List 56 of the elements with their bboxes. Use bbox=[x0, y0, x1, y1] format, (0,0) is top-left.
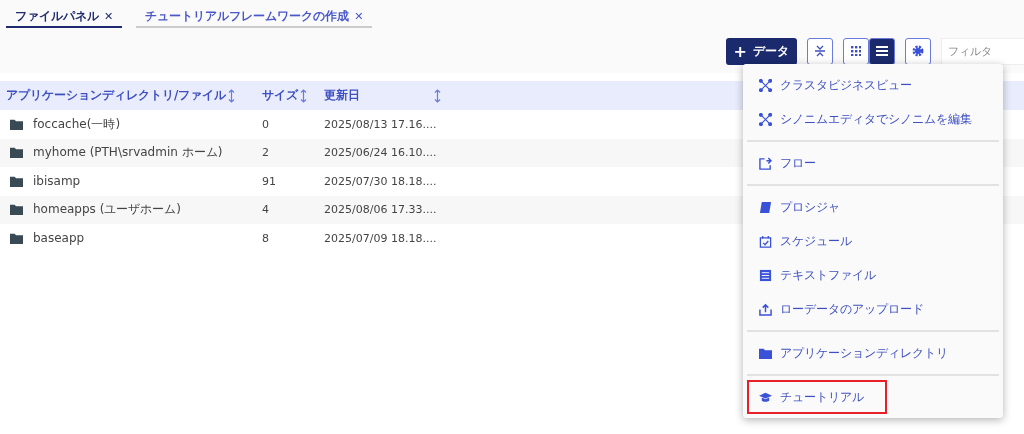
menu-item[interactable]: アプリケーションディレクトリ bbox=[747, 336, 1003, 370]
table-cell-text: 0 bbox=[262, 117, 270, 131]
settings-icon bbox=[912, 45, 924, 57]
folder-icon bbox=[10, 231, 23, 245]
menu-item[interactable]: テキストファイル bbox=[747, 258, 1003, 292]
grid-icon bbox=[851, 46, 861, 56]
table-cell-text: 91 bbox=[262, 174, 277, 188]
menu-item[interactable]: ローデータのアップロード bbox=[747, 292, 1003, 326]
upload-icon bbox=[759, 302, 772, 316]
column-header[interactable]: アプリケーションディレクトリ/ファイル bbox=[6, 87, 262, 104]
menu-item[interactable]: プロシジャ bbox=[747, 190, 1003, 224]
table-cell-text: 2025/08/13 17.16.... bbox=[324, 117, 438, 131]
share-icon bbox=[759, 156, 772, 170]
grid-view-button[interactable] bbox=[843, 37, 869, 65]
menu-item[interactable]: フロー bbox=[747, 146, 1003, 180]
list-view-button[interactable] bbox=[869, 37, 895, 65]
folder-icon bbox=[10, 203, 23, 217]
settings-button[interactable] bbox=[905, 37, 931, 65]
close-icon[interactable]: ✕ bbox=[104, 9, 114, 23]
scroll-icon bbox=[759, 200, 772, 214]
table-cell-text: 4 bbox=[262, 203, 270, 217]
menu-item[interactable]: クラスタビジネスビュー bbox=[747, 68, 1003, 102]
menu-item[interactable]: スケジュール bbox=[747, 224, 1003, 258]
menu-item[interactable]: シノニムエディタでシノニムを編集 bbox=[747, 102, 1003, 136]
file-name[interactable]: myhome (PTH\srvadmin ホーム) bbox=[33, 144, 223, 162]
table-cell-text: 8 bbox=[262, 231, 270, 245]
folder-icon bbox=[759, 346, 772, 360]
calendar-icon bbox=[759, 234, 772, 248]
sort-icon[interactable] bbox=[434, 88, 441, 103]
menu-item[interactable]: チュートリアル bbox=[747, 380, 887, 414]
table-cell-text: 2025/06/24 16.10.... bbox=[324, 146, 438, 160]
table-cell-text: 2025/08/06 17.33.... bbox=[324, 203, 438, 217]
network-icon bbox=[759, 112, 772, 126]
folder-icon bbox=[10, 117, 23, 131]
column-header[interactable]: サイズ bbox=[262, 87, 324, 104]
file-name[interactable]: foccache(一時) bbox=[33, 115, 121, 133]
table-cell-text: 2025/07/30 18.18.... bbox=[324, 174, 438, 188]
list-icon bbox=[876, 46, 888, 56]
folder-icon bbox=[10, 146, 23, 160]
graduation-cap-icon bbox=[759, 390, 772, 404]
document-icon bbox=[759, 268, 772, 282]
collapse-button[interactable] bbox=[807, 37, 833, 65]
column-header[interactable]: 更新日 bbox=[324, 87, 464, 104]
table-cell-text: 2 bbox=[262, 146, 270, 160]
network-icon bbox=[759, 78, 772, 92]
filter-field[interactable]: フィルタ bbox=[941, 37, 1024, 65]
add-data-button[interactable]: + データ bbox=[725, 37, 797, 65]
sort-icon[interactable] bbox=[300, 88, 307, 103]
file-name[interactable]: ibisamp bbox=[33, 174, 81, 189]
folder-icon bbox=[10, 174, 23, 188]
file-name[interactable]: homeapps (ユーザホーム) bbox=[33, 201, 182, 219]
collapse-icon bbox=[815, 45, 825, 57]
sort-icon[interactable] bbox=[228, 88, 236, 103]
table-cell-text: 2025/07/09 18.18.... bbox=[324, 231, 438, 245]
file-name[interactable]: baseapp bbox=[33, 231, 85, 246]
close-icon[interactable]: ✕ bbox=[354, 9, 364, 23]
